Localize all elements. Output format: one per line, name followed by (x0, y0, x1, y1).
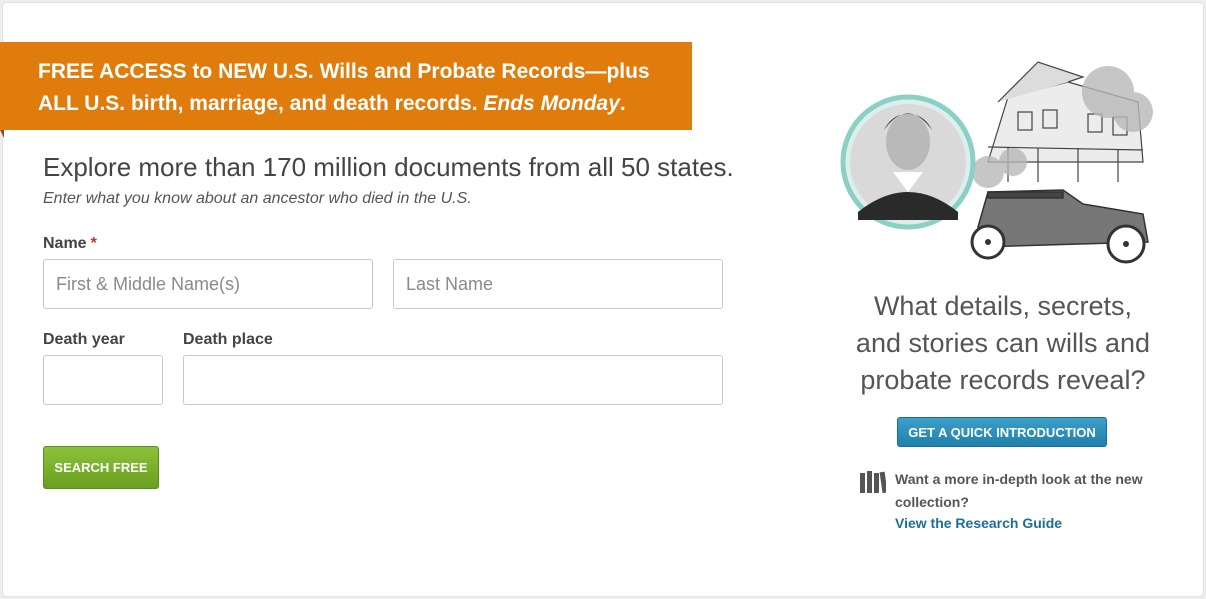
promo-banner: FREE ACCESS to NEW U.S. Wills and Probat… (0, 42, 692, 130)
question-line-3: probate records reveal? (860, 365, 1146, 395)
ancestor-house-car-illustration (840, 61, 1153, 264)
banner-fold (0, 130, 4, 138)
death-place-label: Death place (183, 331, 273, 348)
research-guide-link[interactable]: View the Research Guide (895, 515, 1062, 531)
name-label: Name * (43, 235, 97, 253)
search-free-button[interactable]: SEARCH FREE (43, 446, 159, 489)
question-line-1: What details, secrets, (873, 291, 1133, 321)
first-name-input[interactable] (43, 259, 373, 309)
research-guide-prompt: Want a more in-depth look at the new col… (895, 471, 1143, 510)
books-icon (860, 471, 886, 493)
question-line-2: and stories can wills and (855, 328, 1151, 358)
banner-line-2-text: ALL U.S. birth, marriage, and death reco… (38, 92, 478, 115)
last-name-input[interactable] (393, 259, 723, 309)
probate-question: What details, secrets, and stories can w… (848, 288, 1158, 399)
banner-period: . (619, 92, 626, 115)
death-place-input[interactable] (183, 355, 723, 405)
page-title: Explore more than 170 million documents … (43, 152, 734, 182)
banner-line-1: FREE ACCESS to NEW U.S. Wills and Probat… (38, 60, 650, 83)
page-subtitle: Enter what you know about an ancestor wh… (43, 190, 472, 207)
required-mark: * (90, 235, 97, 252)
banner-ends-text: Ends Monday (483, 92, 620, 115)
quick-introduction-button[interactable]: GET A QUICK INTRODUCTION (897, 417, 1107, 447)
death-year-label: Death year (43, 331, 125, 348)
banner-line-2: ALL U.S. birth, marriage, and death reco… (38, 88, 654, 120)
death-year-input[interactable] (43, 355, 163, 405)
name-label-text: Name (43, 235, 87, 252)
